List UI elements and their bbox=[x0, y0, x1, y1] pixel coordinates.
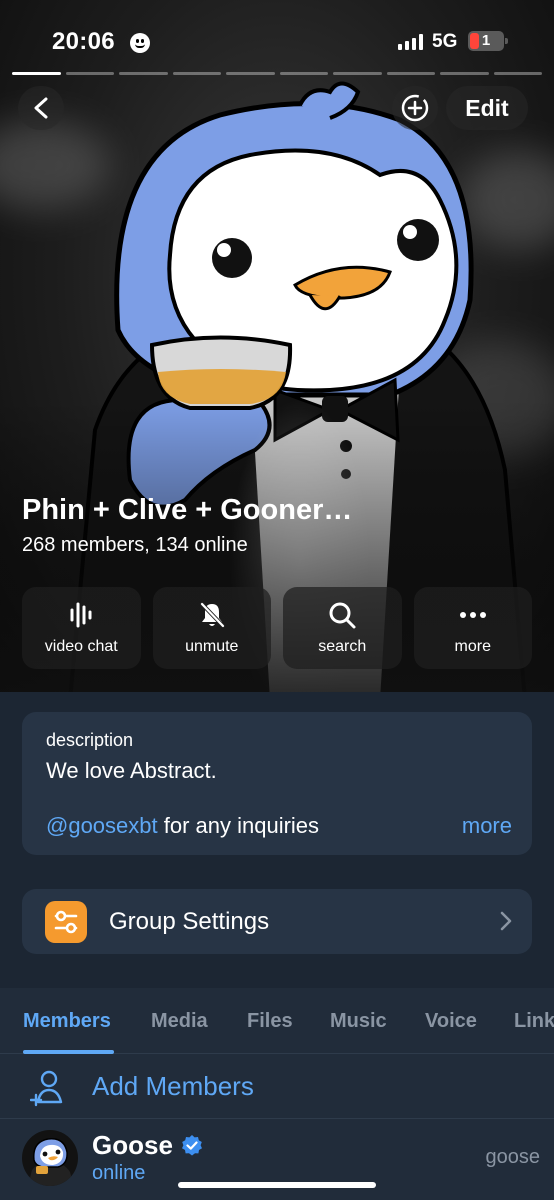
battery-level: 1 bbox=[481, 32, 491, 49]
more-dots-icon bbox=[459, 612, 486, 618]
group-settings-row[interactable]: Group Settings bbox=[22, 889, 532, 954]
profile-hero: 20:06 5G 1 Edit Phin + Clive + Gooner… 2… bbox=[0, 0, 554, 692]
tab-links[interactable]: Links bbox=[514, 1010, 554, 1033]
group-settings-label: Group Settings bbox=[109, 908, 270, 935]
group-title: Phin + Clive + Gooner… bbox=[22, 494, 353, 526]
description-contact-text: for any inquiries bbox=[157, 813, 320, 838]
member-name: Goose bbox=[92, 1130, 173, 1160]
search-button[interactable]: search bbox=[283, 587, 402, 669]
edit-button[interactable]: Edit bbox=[446, 86, 528, 130]
tab-media[interactable]: Media bbox=[151, 1010, 208, 1033]
description-label: description bbox=[46, 730, 134, 750]
cellular-signal-icon bbox=[398, 34, 424, 50]
settings-sliders-icon bbox=[45, 901, 87, 943]
profile-actions: video chat unmute search more bbox=[22, 587, 532, 669]
media-tabs: Members Media Files Music Voice Links bbox=[0, 988, 554, 1054]
chevron-right-icon bbox=[500, 911, 512, 931]
focus-mode-icon bbox=[130, 33, 150, 53]
active-tab-indicator bbox=[23, 1050, 114, 1054]
add-story-button[interactable] bbox=[392, 86, 438, 130]
story-progress-bars bbox=[12, 72, 542, 75]
member-status: online bbox=[92, 1162, 146, 1184]
description-card: description We love Abstract. @goosexbt … bbox=[22, 712, 532, 855]
search-label: search bbox=[318, 638, 367, 655]
description-more-link[interactable]: more bbox=[462, 813, 512, 839]
add-members-button[interactable]: Add Members bbox=[0, 1055, 554, 1119]
video-chat-icon bbox=[70, 602, 92, 628]
tab-files[interactable]: Files bbox=[247, 1010, 293, 1033]
add-person-icon bbox=[30, 1070, 63, 1107]
muted-bell-icon bbox=[199, 602, 225, 628]
tab-voice[interactable]: Voice bbox=[425, 1010, 477, 1033]
unmute-label: unmute bbox=[185, 638, 239, 655]
members-section: Members Media Files Music Voice Links Ad… bbox=[0, 988, 554, 1200]
status-time: 20:06 bbox=[52, 28, 115, 55]
tab-music[interactable]: Music bbox=[330, 1010, 387, 1033]
home-indicator[interactable] bbox=[178, 1182, 376, 1188]
tab-members[interactable]: Members bbox=[23, 1010, 111, 1033]
description-text: We love Abstract. bbox=[46, 758, 217, 783]
group-member-count: 268 members, 134 online bbox=[22, 534, 248, 556]
add-circle-icon bbox=[401, 94, 429, 122]
more-label: more bbox=[454, 638, 491, 655]
description-contact-line: @goosexbt for any inquiries bbox=[46, 813, 319, 839]
member-avatar bbox=[22, 1130, 78, 1186]
network-type: 5G bbox=[432, 31, 458, 52]
more-button[interactable]: more bbox=[413, 587, 532, 669]
battery-icon: 1 bbox=[468, 31, 508, 51]
member-row[interactable]: Goose online goose bbox=[0, 1120, 554, 1200]
mention-link[interactable]: @goosexbt bbox=[46, 813, 158, 838]
video-chat-label: video chat bbox=[44, 638, 118, 655]
video-chat-button[interactable]: video chat bbox=[22, 587, 141, 669]
chevron-left-icon bbox=[34, 97, 48, 119]
search-icon bbox=[329, 602, 356, 629]
member-role: goose bbox=[485, 1146, 541, 1168]
add-members-label: Add Members bbox=[92, 1071, 254, 1101]
back-button[interactable] bbox=[18, 86, 64, 130]
verified-badge-icon bbox=[182, 1135, 202, 1156]
status-bar: 20:06 5G 1 bbox=[0, 0, 554, 70]
unmute-button[interactable]: unmute bbox=[152, 587, 271, 669]
